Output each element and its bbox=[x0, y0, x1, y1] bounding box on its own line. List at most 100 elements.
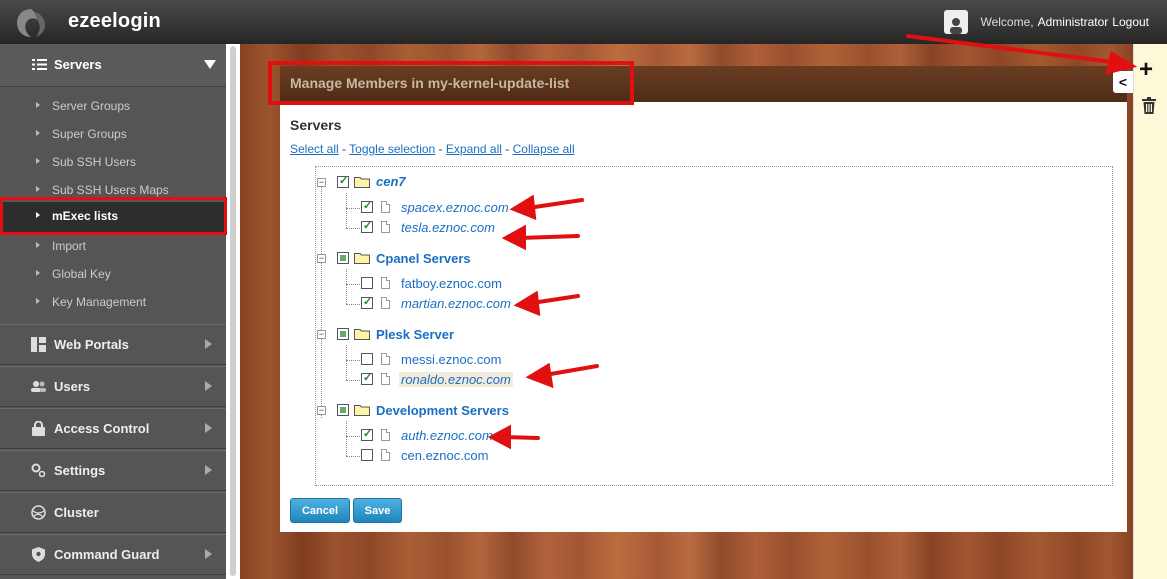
chevron-right-icon bbox=[205, 339, 212, 349]
shield-icon bbox=[32, 547, 45, 562]
group-checkbox-plesk[interactable] bbox=[337, 328, 349, 340]
add-icon[interactable]: + bbox=[1139, 58, 1153, 82]
highlight-box-title bbox=[268, 61, 634, 105]
group-checkbox-cen7[interactable] bbox=[337, 174, 349, 188]
logo-icon bbox=[17, 9, 45, 37]
node-label-ronaldo[interactable]: ronaldo.eznoc.com bbox=[399, 372, 513, 387]
folder-icon bbox=[354, 329, 370, 340]
bullet-icon bbox=[36, 158, 40, 164]
collapse-all-link[interactable]: Collapse all bbox=[513, 142, 575, 156]
caret-down-icon bbox=[204, 60, 216, 69]
node-checkbox-martian[interactable] bbox=[361, 295, 373, 309]
user-area: Welcome, Administrator Logout bbox=[944, 0, 1167, 44]
sidebar-section-access-control[interactable]: Access Control bbox=[0, 408, 226, 449]
node-label-fatboy[interactable]: fatboy.eznoc.com bbox=[401, 276, 502, 291]
section-label: Users bbox=[54, 379, 91, 394]
bullet-icon bbox=[36, 298, 40, 304]
sidebar-item-label: Global Key bbox=[52, 267, 111, 281]
tree-line bbox=[346, 380, 360, 381]
collapse-toggle-icon[interactable]: − bbox=[317, 330, 326, 339]
node-checkbox-tesla[interactable] bbox=[361, 219, 373, 233]
node-label-spacex[interactable]: spacex.eznoc.com bbox=[401, 200, 509, 215]
link-separator: - bbox=[435, 142, 446, 156]
sidebar-item-servers[interactable]: Servers bbox=[0, 44, 226, 87]
welcome-text: Welcome, bbox=[980, 15, 1034, 29]
file-icon bbox=[381, 373, 390, 385]
collapse-toggle-icon[interactable]: − bbox=[317, 178, 326, 187]
folder-icon bbox=[354, 253, 370, 264]
chevron-left-icon[interactable]: < bbox=[1113, 71, 1133, 93]
sidebar-item-super-groups[interactable]: Super Groups bbox=[0, 120, 226, 148]
node-label-cen[interactable]: cen.eznoc.com bbox=[401, 448, 488, 463]
toggle-selection-link[interactable]: Toggle selection bbox=[349, 142, 435, 156]
node-checkbox-fatboy[interactable] bbox=[361, 277, 373, 289]
select-all-link[interactable]: Select all bbox=[290, 142, 339, 156]
sidebar-item-sub-ssh-users[interactable]: Sub SSH Users bbox=[0, 148, 226, 176]
sidebar-header-label: Servers bbox=[54, 57, 102, 72]
node-checkbox-spacex[interactable] bbox=[361, 199, 373, 213]
right-action-bar bbox=[1133, 44, 1167, 579]
app-name: ezeelogin bbox=[68, 10, 161, 32]
bullet-icon bbox=[36, 270, 40, 276]
node-label-tesla[interactable]: tesla.eznoc.com bbox=[401, 220, 495, 235]
tree-line bbox=[346, 421, 347, 456]
collapse-toggle-icon[interactable]: − bbox=[317, 406, 326, 415]
chevron-right-icon bbox=[205, 381, 212, 391]
cancel-button[interactable]: Cancel bbox=[290, 498, 350, 523]
node-checkbox-auth[interactable] bbox=[361, 427, 373, 441]
user-icon[interactable] bbox=[944, 10, 969, 34]
section-label: Web Portals bbox=[54, 337, 129, 352]
group-checkbox-development[interactable] bbox=[337, 404, 349, 416]
tree-line bbox=[321, 186, 322, 418]
section-label: Command Guard bbox=[54, 547, 160, 562]
file-icon bbox=[381, 297, 390, 309]
tree-line bbox=[346, 269, 347, 304]
sidebar-item-key-management[interactable]: Key Management bbox=[0, 288, 226, 316]
sidebar-item-server-groups[interactable]: Server Groups bbox=[0, 92, 226, 120]
sidebar-section-web-portals[interactable]: Web Portals bbox=[0, 324, 226, 365]
expand-all-link[interactable]: Expand all bbox=[446, 142, 502, 156]
node-checkbox-ronaldo[interactable] bbox=[361, 371, 373, 385]
node-checkbox-messi[interactable] bbox=[361, 353, 373, 365]
logout-link[interactable]: Logout bbox=[1112, 15, 1149, 29]
sidebar-section-settings[interactable]: Settings bbox=[0, 450, 226, 491]
sidebar-item-label: Import bbox=[52, 239, 87, 253]
folder-icon bbox=[354, 405, 370, 416]
sidebar-scrollbar-thumb[interactable] bbox=[230, 46, 236, 576]
file-icon bbox=[381, 277, 390, 289]
tree-line bbox=[346, 284, 360, 285]
group-label-development[interactable]: Development Servers bbox=[376, 403, 509, 418]
trash-icon[interactable] bbox=[1142, 97, 1156, 114]
node-label-martian[interactable]: martian.eznoc.com bbox=[401, 296, 511, 311]
node-label-messi[interactable]: messi.eznoc.com bbox=[401, 352, 501, 367]
lock-icon bbox=[32, 421, 45, 436]
globe-icon bbox=[31, 505, 46, 520]
sidebar-item-global-key[interactable]: Global Key bbox=[0, 260, 226, 288]
group-checkbox-cpanel[interactable] bbox=[337, 252, 349, 264]
tree-line bbox=[346, 345, 347, 380]
group-label-cen7[interactable]: cen7 bbox=[376, 174, 406, 189]
file-icon bbox=[381, 221, 390, 233]
sidebar-item-import[interactable]: Import bbox=[0, 232, 226, 260]
file-icon bbox=[381, 449, 390, 461]
collapse-toggle-icon[interactable]: − bbox=[317, 254, 326, 263]
bullet-icon bbox=[36, 102, 40, 108]
chevron-right-icon bbox=[205, 423, 212, 433]
chevron-right-icon bbox=[205, 465, 212, 475]
tree-line bbox=[346, 436, 360, 437]
node-label-auth[interactable]: auth.eznoc.com bbox=[401, 428, 493, 443]
sidebar-section-users[interactable]: Users bbox=[0, 366, 226, 407]
group-label-cpanel[interactable]: Cpanel Servers bbox=[376, 251, 471, 266]
sidebar-section-command-guard[interactable]: Command Guard bbox=[0, 534, 226, 575]
list-icon bbox=[32, 59, 47, 70]
admin-link[interactable]: Administrator bbox=[1038, 15, 1109, 29]
group-label-plesk[interactable]: Plesk Server bbox=[376, 327, 454, 342]
users-icon bbox=[31, 381, 46, 392]
sidebar-section-cluster[interactable]: Cluster bbox=[0, 492, 226, 533]
tree-line bbox=[346, 193, 347, 228]
node-checkbox-cen[interactable] bbox=[361, 449, 373, 461]
bullet-icon bbox=[36, 186, 40, 192]
selection-links: Select all - Toggle selection - Expand a… bbox=[290, 142, 575, 156]
file-icon bbox=[381, 201, 390, 213]
save-button[interactable]: Save bbox=[353, 498, 402, 523]
